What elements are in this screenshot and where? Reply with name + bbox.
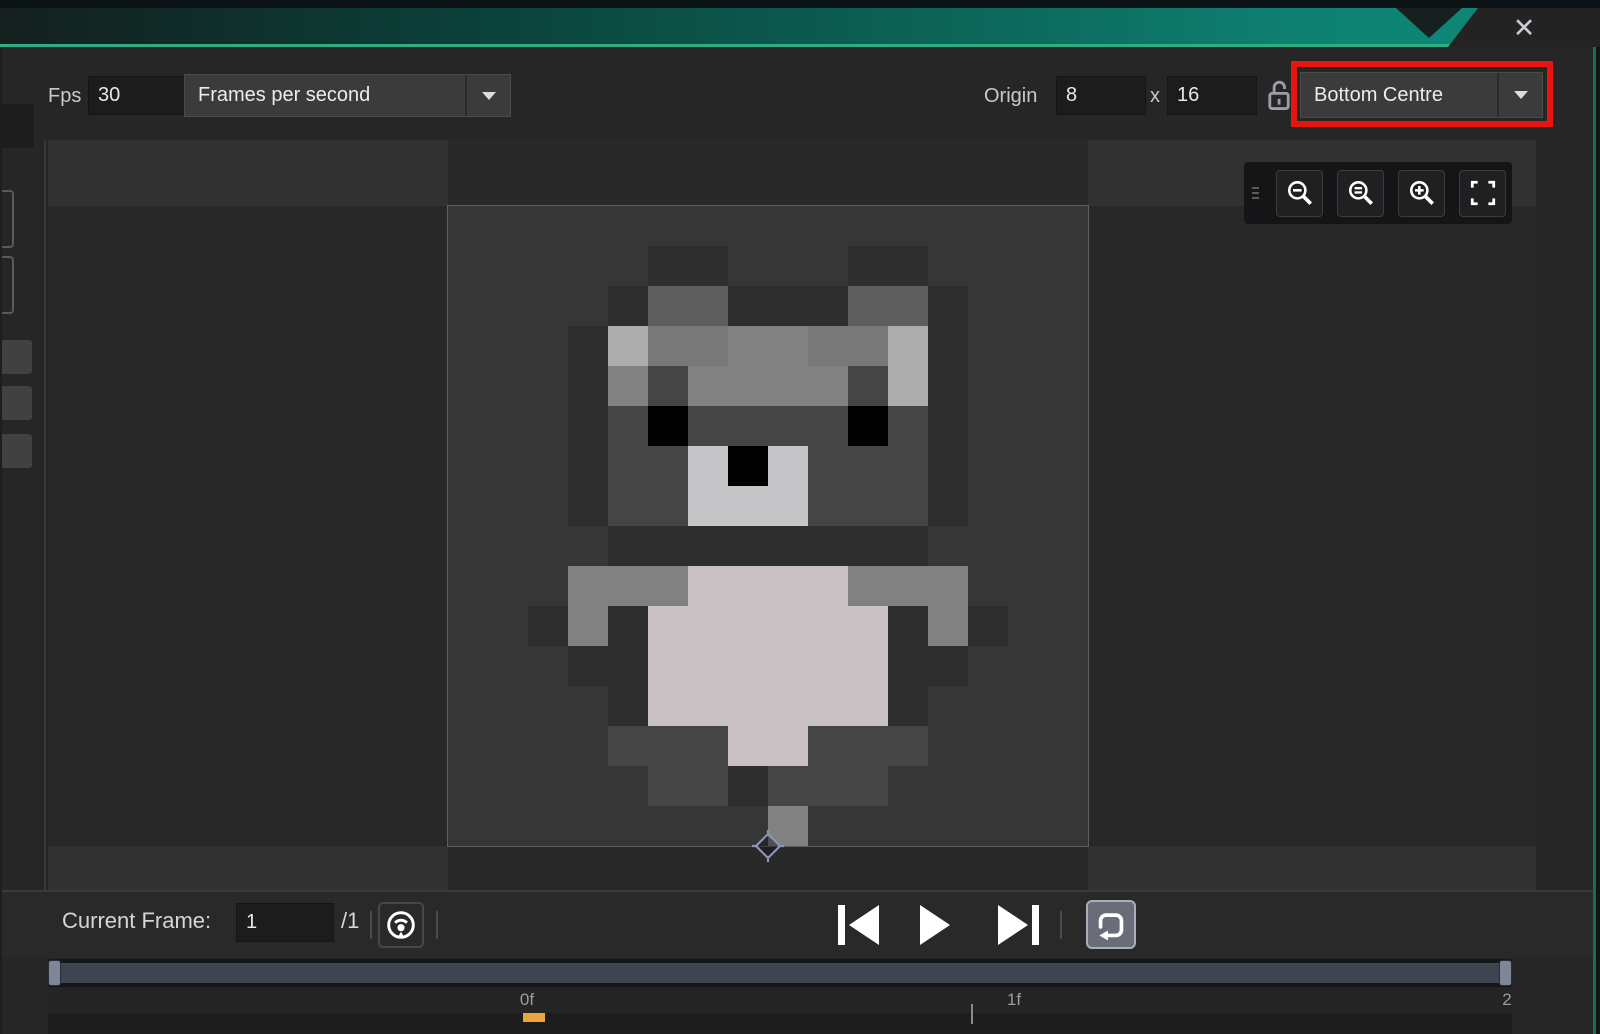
zoom-out-button[interactable]	[1276, 170, 1323, 217]
canvas-band-bottom-right	[1088, 846, 1536, 890]
canvas-band-top-left	[48, 140, 448, 206]
sidebar-button-partial[interactable]	[0, 256, 14, 314]
chevron-down-icon	[482, 92, 496, 100]
zoom-out-icon	[1285, 178, 1315, 208]
origin-lock-button[interactable]	[1266, 78, 1292, 112]
loop-toggle-button[interactable]	[1086, 900, 1136, 949]
timeline-frame-marker	[523, 1013, 545, 1022]
zoom-in-icon	[1407, 178, 1437, 208]
canvas-band-top-mid	[448, 140, 1088, 206]
fps-mode-value: Frames per second	[185, 84, 465, 107]
titlebar-accent-line	[0, 44, 1460, 47]
timeline-tick-mark	[971, 1004, 973, 1024]
sidebar-button-partial[interactable]	[0, 340, 32, 374]
previous-frame-button[interactable]	[838, 905, 882, 945]
canvas-band-mid-left	[48, 206, 448, 846]
close-button[interactable]: ✕	[1500, 10, 1548, 46]
divider	[370, 911, 372, 939]
previous-frame-icon	[838, 905, 845, 945]
titlebar-teal-gradient	[0, 8, 1600, 44]
timeline-scrubber-range[interactable]	[52, 963, 1508, 983]
zoom-toolbar	[1244, 162, 1512, 224]
divider	[436, 911, 438, 939]
canvas-band-mid-right	[1088, 206, 1536, 846]
fit-to-window-button[interactable]	[1459, 170, 1506, 217]
timeline-tick-label: 2	[1502, 990, 1511, 1010]
play-button[interactable]	[920, 905, 950, 945]
canvas-band-bottom-left	[48, 846, 448, 890]
sprite-pixels	[448, 206, 1088, 846]
fit-icon	[1468, 178, 1498, 208]
sidebar-button-partial[interactable]	[0, 386, 32, 420]
unlock-icon	[1266, 78, 1292, 112]
next-frame-button[interactable]	[998, 905, 1042, 945]
onion-skin-icon	[385, 909, 417, 941]
timeline-ruler[interactable]: 0f 1f 2	[48, 987, 1512, 1013]
scrubber-handle-right[interactable]	[1499, 960, 1512, 986]
timeline-tick-label: 0f	[520, 990, 534, 1010]
divider	[1060, 911, 1062, 939]
fps-mode-dropdown[interactable]: Frames per second	[184, 74, 511, 117]
total-frames-label: /1	[341, 908, 359, 934]
origin-x-input[interactable]	[1056, 76, 1146, 115]
fps-label: Fps	[48, 81, 81, 111]
annotation-highlight-rect	[1291, 61, 1553, 127]
zoom-reset-button[interactable]	[1337, 170, 1384, 217]
origin-label: Origin	[984, 81, 1037, 111]
sidebar-button-partial[interactable]	[0, 434, 32, 468]
sidebar-button-partial[interactable]	[0, 190, 14, 248]
close-icon: ✕	[1513, 13, 1536, 44]
origin-crosshair-icon[interactable]	[750, 828, 786, 864]
fps-input[interactable]	[88, 76, 185, 115]
sidebar-divider	[44, 140, 46, 890]
loop-icon	[1095, 909, 1127, 941]
next-frame-icon	[998, 905, 1028, 945]
zoom-reset-icon	[1346, 178, 1376, 208]
origin-separator: x	[1150, 81, 1160, 111]
titlebar-notch	[1396, 8, 1462, 38]
zoom-in-button[interactable]	[1398, 170, 1445, 217]
sidebar-input-partial[interactable]	[0, 104, 34, 148]
drag-handle-icon[interactable]	[1252, 187, 1262, 199]
origin-y-input[interactable]	[1167, 76, 1257, 115]
timeline-tick-label: 1f	[1007, 990, 1021, 1010]
window-edge	[1596, 47, 1600, 1034]
current-frame-input[interactable]	[236, 903, 334, 942]
play-icon	[920, 905, 950, 945]
scrubber-handle-left[interactable]	[48, 960, 61, 986]
onion-skin-button[interactable]	[378, 902, 424, 948]
current-frame-label: Current Frame:	[62, 908, 211, 934]
window-edge	[0, 47, 2, 1034]
fps-mode-dropdown-arrow-button[interactable]	[465, 75, 510, 116]
timeline-frames-strip[interactable]	[48, 1013, 1512, 1034]
